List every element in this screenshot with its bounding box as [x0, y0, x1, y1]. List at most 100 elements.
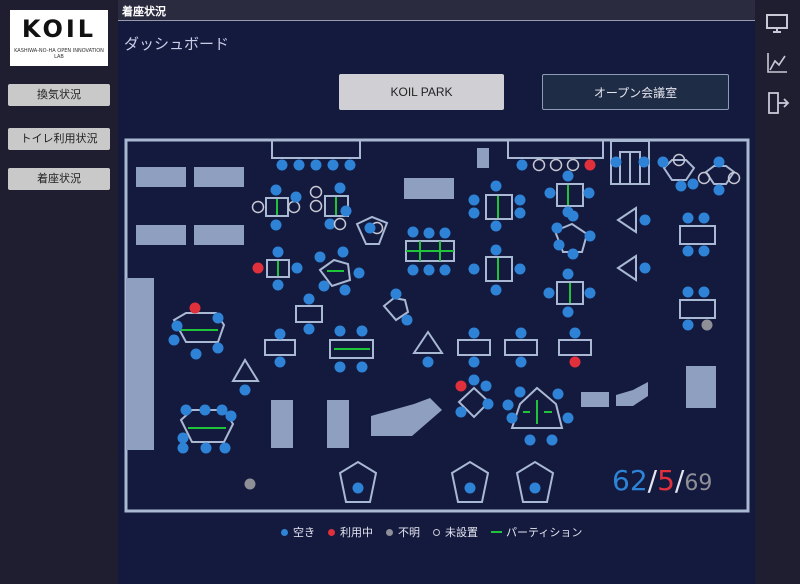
seat-available — [713, 156, 725, 168]
legend-label: パーティション — [506, 527, 583, 539]
seat-available — [314, 251, 326, 263]
partition-line-icon — [491, 531, 502, 533]
corner-bench — [616, 382, 648, 406]
fixed-furniture — [136, 167, 186, 187]
seat-in-use — [189, 302, 201, 314]
seat-available — [303, 293, 315, 305]
seat-available — [482, 398, 494, 410]
seat-available — [468, 356, 480, 368]
seat-available — [439, 264, 451, 276]
desk — [558, 339, 592, 356]
seat-available — [340, 205, 352, 217]
fixed-furniture — [271, 400, 293, 448]
seat-available — [543, 287, 555, 299]
fixed-furniture — [194, 225, 244, 245]
fixed-furniture — [126, 278, 154, 450]
seat-available — [682, 212, 694, 224]
desk — [616, 254, 637, 282]
seat-available — [468, 263, 480, 275]
seat-available — [327, 159, 339, 171]
seat-available — [180, 404, 192, 416]
available-dot-icon — [281, 528, 288, 536]
desk — [264, 339, 296, 356]
seat-available — [480, 380, 492, 392]
seat-available — [407, 264, 419, 276]
seat-available — [529, 482, 541, 494]
seat-available — [584, 287, 596, 299]
fixed-furniture — [327, 400, 349, 448]
seat-available — [468, 194, 480, 206]
desk — [679, 299, 716, 319]
seat-available — [468, 327, 480, 339]
seat-available — [455, 406, 467, 418]
seat-available — [515, 327, 527, 339]
seat-available — [514, 386, 526, 398]
seat-available — [514, 194, 526, 206]
seat-available — [200, 442, 212, 454]
seat-available — [562, 306, 574, 318]
seat-in-use — [252, 262, 264, 274]
legend-label: 利用中 — [340, 527, 373, 539]
seat-available — [638, 156, 650, 168]
seat-available — [562, 170, 574, 182]
seat-available — [310, 159, 322, 171]
seat-available — [270, 184, 282, 196]
seat-available — [490, 220, 502, 232]
seat-available — [290, 191, 302, 203]
seat-available — [423, 227, 435, 239]
seat-available — [657, 156, 669, 168]
seat-in-use — [569, 356, 581, 368]
seat-available — [546, 434, 558, 446]
seat-available — [610, 156, 622, 168]
seat-unknown — [701, 319, 713, 331]
round-table — [662, 159, 696, 181]
seat-available — [713, 184, 725, 196]
seat-available — [675, 180, 687, 192]
seat-available — [682, 245, 694, 257]
seat-available — [212, 312, 224, 324]
seat-available — [490, 284, 502, 296]
seat-available — [423, 264, 435, 276]
seat-available — [468, 207, 480, 219]
seat-available — [337, 246, 349, 258]
seat-available — [334, 182, 346, 194]
seat-available — [293, 159, 305, 171]
seat-available — [502, 399, 514, 411]
in-use-count: 5 — [657, 464, 675, 497]
seat-unknown — [244, 478, 256, 490]
desk — [412, 330, 444, 354]
seat-in-use — [584, 159, 596, 171]
seat-available — [276, 159, 288, 171]
fixed-furniture — [477, 148, 489, 168]
pentagon-table — [450, 460, 490, 503]
in-use-dot-icon — [328, 528, 335, 536]
seat-not-installed — [287, 200, 301, 214]
seat-available — [239, 384, 251, 396]
seat-available — [569, 327, 581, 339]
total-count: 69 — [684, 471, 713, 496]
counter — [507, 141, 604, 159]
legend-item-in-use: 利用中 — [328, 524, 373, 540]
seat-available — [177, 432, 189, 444]
seat-available — [318, 280, 330, 292]
fixed-furniture — [404, 178, 454, 199]
seat-available — [225, 410, 237, 422]
seat-available — [352, 482, 364, 494]
seat-not-installed — [333, 217, 347, 231]
legend-item-unknown: 不明 — [386, 524, 420, 540]
seat-available — [562, 268, 574, 280]
seat-available — [439, 227, 451, 239]
seat-available — [274, 328, 286, 340]
desk — [556, 183, 584, 207]
seat-available — [339, 284, 351, 296]
desk — [231, 358, 260, 382]
seat-not-installed — [566, 158, 580, 172]
seat-available — [364, 222, 376, 234]
desk — [457, 339, 491, 356]
legend-item-partition: パーティション — [491, 524, 582, 540]
seat-available — [407, 226, 419, 238]
desk — [295, 305, 323, 323]
desk — [679, 225, 716, 245]
not-installed-ring-icon — [433, 528, 440, 536]
legend-label: 未設置 — [445, 527, 478, 539]
